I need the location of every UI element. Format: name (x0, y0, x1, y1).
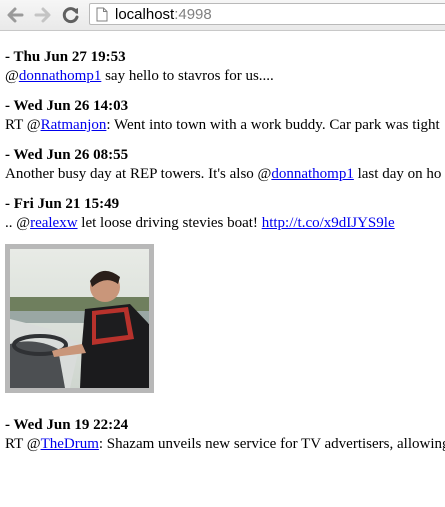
tweet-text-part: Another busy day at REP towers. It's als… (5, 166, 272, 182)
url-host: localhost (115, 6, 175, 23)
tweet-date: - Wed Jun 26 14:03 (5, 98, 129, 114)
tweet-date: - Wed Jun 19 22:24 (5, 417, 129, 433)
tweet-item: - Fri Jun 21 15:49 .. @realexw let loose… (5, 195, 445, 393)
tweet-date: - Thu Jun 27 19:53 (5, 49, 126, 65)
mention-link[interactable]: realexw (30, 215, 77, 231)
tweet-date: - Wed Jun 26 08:55 (5, 147, 129, 163)
mention-link[interactable]: Ratmanjon (41, 117, 107, 133)
tweet-text-part: RT @ (5, 117, 41, 133)
mention-link[interactable]: donnathomp1 (271, 166, 354, 182)
tweet-text: @donnathomp1 say hello to stavros for us… (5, 67, 445, 86)
tweet-text-part: : Went into town with a work buddy. Car … (106, 117, 440, 133)
tweet-text-part: RT @ (5, 436, 41, 452)
tweet-text-part: say hello to stavros for us.... (101, 68, 274, 84)
tweet-text-part: : Shazam unveils new service for TV adve… (98, 436, 445, 452)
mention-link[interactable]: TheDrum (41, 436, 99, 452)
url-link[interactable]: http://t.co/x9dIJYS9le (262, 215, 395, 231)
forward-arrow-icon[interactable] (32, 4, 54, 26)
address-bar[interactable]: localhost:4998 (89, 3, 445, 25)
page-icon (96, 7, 108, 27)
tweet-text: RT @Ratmanjon: Went into town with a wor… (5, 116, 445, 135)
tweet-item: - Wed Jun 26 14:03 RT @Ratmanjon: Went i… (5, 97, 445, 135)
reload-icon[interactable] (60, 4, 82, 26)
tweet-text-part: @ (5, 68, 19, 84)
tweet-item: - Thu Jun 27 19:53 @donnathomp1 say hell… (5, 48, 445, 86)
tweet-text-part: last day on ho (353, 166, 442, 182)
tweet-image-container (5, 244, 445, 393)
tweet-list: - Thu Jun 27 19:53 @donnathomp1 say hell… (5, 48, 445, 465)
back-arrow-icon[interactable] (4, 4, 26, 26)
url-text: localhost:4998 (115, 6, 212, 23)
tweet-text: RT @TheDrum: Shazam unveils new service … (5, 435, 445, 454)
browser-toolbar: localhost:4998 (0, 0, 445, 31)
tweet-text: .. @realexw let loose driving stevies bo… (5, 214, 445, 233)
tweet-text-part: .. @ (5, 215, 31, 231)
tweet-photo[interactable] (5, 244, 154, 393)
mention-link[interactable]: donnathomp1 (19, 68, 102, 84)
tweet-date: - Fri Jun 21 15:49 (5, 196, 120, 212)
tweet-text-part: let loose driving stevies boat! (77, 215, 262, 231)
tweet-text: Another busy day at REP towers. It's als… (5, 165, 445, 184)
tweet-item: - Wed Jun 19 22:24 RT @TheDrum: Shazam u… (5, 416, 445, 454)
tweet-item: - Wed Jun 26 08:55 Another busy day at R… (5, 146, 445, 184)
url-port: :4998 (174, 6, 212, 23)
